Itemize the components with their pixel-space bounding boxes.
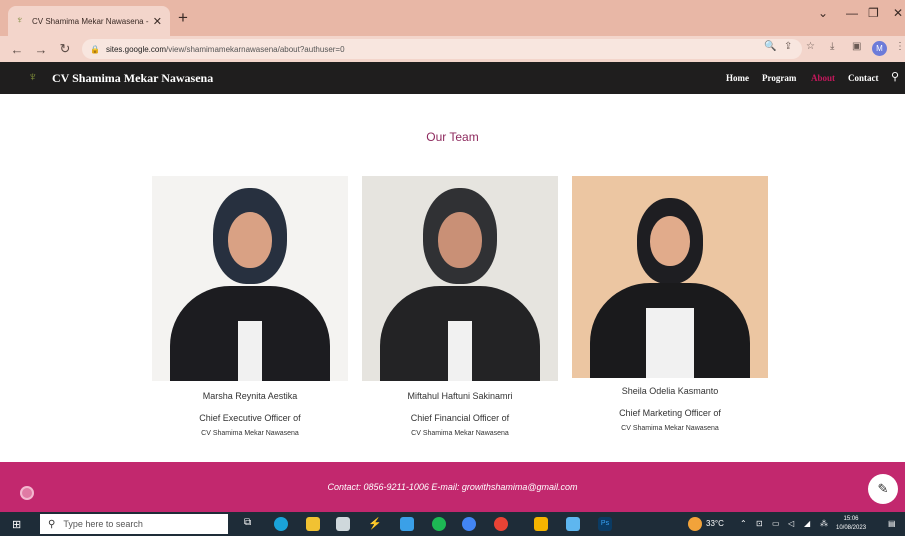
tray-chevron-icon[interactable]: ⌃ [740, 519, 747, 528]
photoshop-icon[interactable]: Ps [598, 517, 612, 531]
browser-tab[interactable]: ♆ CV Shamima Mekar Nawasena - ... ✕ [8, 6, 170, 36]
edit-pencil-icon[interactable]: ✎ [868, 474, 898, 504]
menu-icon[interactable]: ⋮ [895, 41, 905, 52]
vscode-icon[interactable]: ⚡ [368, 517, 382, 531]
team-member-card: Marsha Reynita Aestika Chief Executive O… [152, 176, 348, 437]
taskbar-search-input[interactable]: ⚲ Type here to search [40, 514, 228, 534]
member-company: CV Shamima Mekar Nawasena [201, 430, 299, 437]
minimize-icon[interactable]: — [846, 6, 858, 20]
network-icon[interactable]: ◢ [804, 519, 810, 528]
site-name[interactable]: CV Shamima Mekar Nawasena [52, 71, 213, 86]
os-taskbar: ⊞ ⚲ Type here to search ⧉ ⚡ Ps 33°C ⌃ ⊡ … [0, 512, 905, 536]
tab-search-icon[interactable]: ⌄ [818, 6, 828, 20]
sticky-notes-icon[interactable] [534, 517, 548, 531]
nav-about[interactable]: About [811, 73, 835, 83]
chrome-icon[interactable] [462, 517, 476, 531]
battery-icon[interactable]: ▭ [772, 519, 780, 528]
member-company: CV Shamima Mekar Nawasena [411, 430, 509, 437]
restore-icon[interactable]: ❐ [868, 6, 879, 20]
member-role: Chief Marketing Officer of [619, 408, 721, 418]
site-logo-icon[interactable]: ♆ [28, 69, 40, 87]
new-tab-button[interactable]: + [178, 8, 188, 28]
team-member-photo [572, 176, 768, 378]
member-name: Miftahul Haftuni Sakinamri [407, 391, 513, 401]
profile-avatar[interactable]: M [872, 41, 887, 56]
photos-app-icon[interactable] [566, 517, 580, 531]
forward-arrow-icon[interactable]: → [34, 42, 48, 57]
windows-start-icon[interactable]: ⊞ [12, 518, 21, 531]
file-explorer-icon[interactable] [306, 517, 320, 531]
reload-icon[interactable]: ↻ [58, 41, 72, 57]
lock-icon[interactable]: 🔒 [90, 45, 100, 54]
browser-toolbar: ← → ↻ 🔒 sites.google.com/view/shamimamek… [0, 36, 905, 62]
language-icon[interactable]: ⁂ [820, 519, 828, 528]
team-member-photo [362, 176, 558, 381]
page-title: Our Team [426, 130, 479, 144]
mail-app-icon[interactable] [400, 517, 414, 531]
url-text: sites.google.com/view/shamimamekarnawase… [106, 45, 345, 54]
member-name: Sheila Odelia Kasmanto [621, 386, 719, 396]
tab-title: CV Shamima Mekar Nawasena - ... [32, 16, 149, 26]
spotify-icon[interactable] [432, 517, 446, 531]
calendar-app-icon[interactable] [336, 517, 350, 531]
volume-icon[interactable]: ◁ [788, 519, 794, 528]
taskbar-search-placeholder: Type here to search [63, 519, 143, 529]
member-role: Chief Executive Officer of [199, 413, 301, 423]
star-icon[interactable]: ☆ [806, 41, 815, 52]
team-member-photo [152, 176, 348, 381]
member-company: CV Shamima Mekar Nawasena [621, 425, 719, 432]
search-icon[interactable]: ⚲ [891, 70, 899, 83]
clock-date: 10/08/2023 [836, 525, 867, 531]
weather-icon[interactable] [688, 517, 702, 531]
search-icon: ⚲ [48, 518, 56, 530]
site-footer: Contact: 0856-9211-1006 E-mail: growiths… [0, 462, 905, 512]
zoom-icon[interactable]: 🔍 [764, 41, 776, 52]
window-close-icon[interactable]: ✕ [893, 6, 903, 20]
site-header: ♆ CV Shamima Mekar Nawasena Home Program… [0, 62, 905, 94]
clock-time: 15:06 [843, 516, 859, 522]
url-path: /view/shamimamekarnawasena/about?authuse… [166, 44, 345, 54]
url-domain: sites.google.com [105, 44, 166, 54]
member-role: Chief Financial Officer of [410, 413, 510, 423]
tab-close-icon[interactable]: ✕ [153, 15, 162, 28]
browser-tab-bar: ♆ CV Shamima Mekar Nawasena - ... ✕ + ⌄ … [0, 0, 905, 36]
nav-program[interactable]: Program [762, 73, 796, 83]
download-icon[interactable]: ⤓ [830, 41, 834, 52]
weather-temp[interactable]: 33°C [706, 519, 724, 528]
edge-browser-icon[interactable] [274, 517, 288, 531]
taskbar-clock[interactable]: 15:06 10/08/2023 [836, 515, 866, 533]
chrome-profile-icon[interactable] [494, 517, 508, 531]
task-view-icon[interactable]: ⧉ [244, 517, 258, 531]
team-member-card: Sheila Odelia Kasmanto Chief Marketing O… [572, 176, 768, 432]
sidepanel-icon[interactable]: ▣ [852, 41, 861, 52]
tray-app-icon[interactable]: ⊡ [756, 519, 763, 528]
nav-home[interactable]: Home [726, 73, 749, 83]
footer-contact: Contact: 0856-9211-1006 E-mail: growiths… [327, 482, 578, 492]
site-favicon-icon: ♆ [16, 15, 24, 26]
back-arrow-icon[interactable]: ← [10, 42, 24, 57]
team-member-card: Miftahul Haftuni Sakinamri Chief Financi… [362, 176, 558, 437]
address-bar[interactable]: 🔒 sites.google.com/view/shamimamekarnawa… [82, 39, 802, 59]
share-icon[interactable]: ⇪ [784, 41, 792, 52]
nav-contact[interactable]: Contact [848, 73, 879, 83]
member-name: Marsha Reynita Aestika [202, 391, 298, 401]
notifications-icon[interactable]: ▤ [888, 519, 896, 528]
